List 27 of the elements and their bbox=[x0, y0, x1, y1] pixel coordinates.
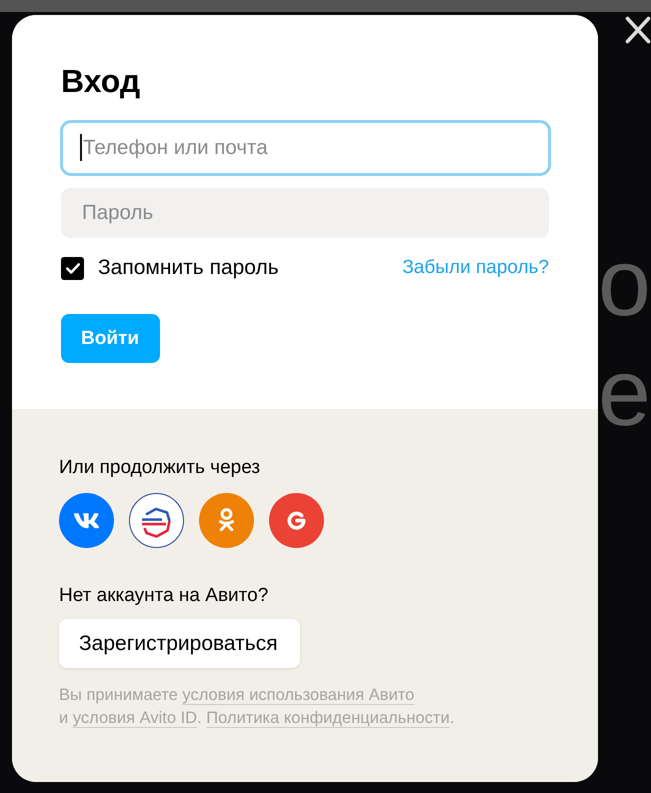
vk-logo-icon bbox=[59, 493, 114, 548]
register-button[interactable]: Зарегистрироваться bbox=[59, 619, 300, 668]
legal-notice: Вы принимаете условия использования Авито и условия Avito ID. Политика конфиденциальности. bbox=[59, 685, 454, 729]
register-prompt: Нет аккаунта на Авито? bbox=[59, 585, 268, 607]
login-field[interactable]: Телефон или почта bbox=[60, 120, 551, 176]
checkbox[interactable] bbox=[61, 256, 84, 280]
gosuslugi-logo-icon bbox=[129, 493, 184, 548]
legal-link[interactable]: условия Avito ID bbox=[72, 709, 198, 727]
google-logo-icon bbox=[269, 493, 324, 548]
text-cursor-icon bbox=[80, 134, 82, 161]
close-icon[interactable] bbox=[625, 16, 651, 44]
backdrop-letter: e bbox=[598, 346, 651, 441]
ok-login-button[interactable] bbox=[199, 493, 254, 548]
checkmark-icon bbox=[66, 262, 80, 274]
forgot-password-link[interactable]: Забыли пароль? bbox=[402, 256, 549, 280]
password-field[interactable]: Пароль bbox=[61, 188, 549, 238]
google-login-button[interactable] bbox=[269, 493, 324, 548]
gosuslugi-login-button[interactable] bbox=[129, 493, 184, 548]
social-login-heading: Или продолжить через bbox=[59, 457, 260, 479]
ok-logo-icon bbox=[199, 493, 254, 548]
legal-link[interactable]: Политика конфиденциальности bbox=[206, 709, 450, 727]
backdrop-letter: o bbox=[598, 236, 651, 331]
checkbox-label: Запомнить пароль bbox=[98, 256, 279, 280]
legal-link[interactable]: условия использования Авито bbox=[182, 686, 414, 704]
login-button[interactable]: Войти bbox=[61, 314, 160, 363]
dialog-title: Вход bbox=[61, 62, 140, 100]
vk-login-button[interactable] bbox=[59, 493, 114, 548]
